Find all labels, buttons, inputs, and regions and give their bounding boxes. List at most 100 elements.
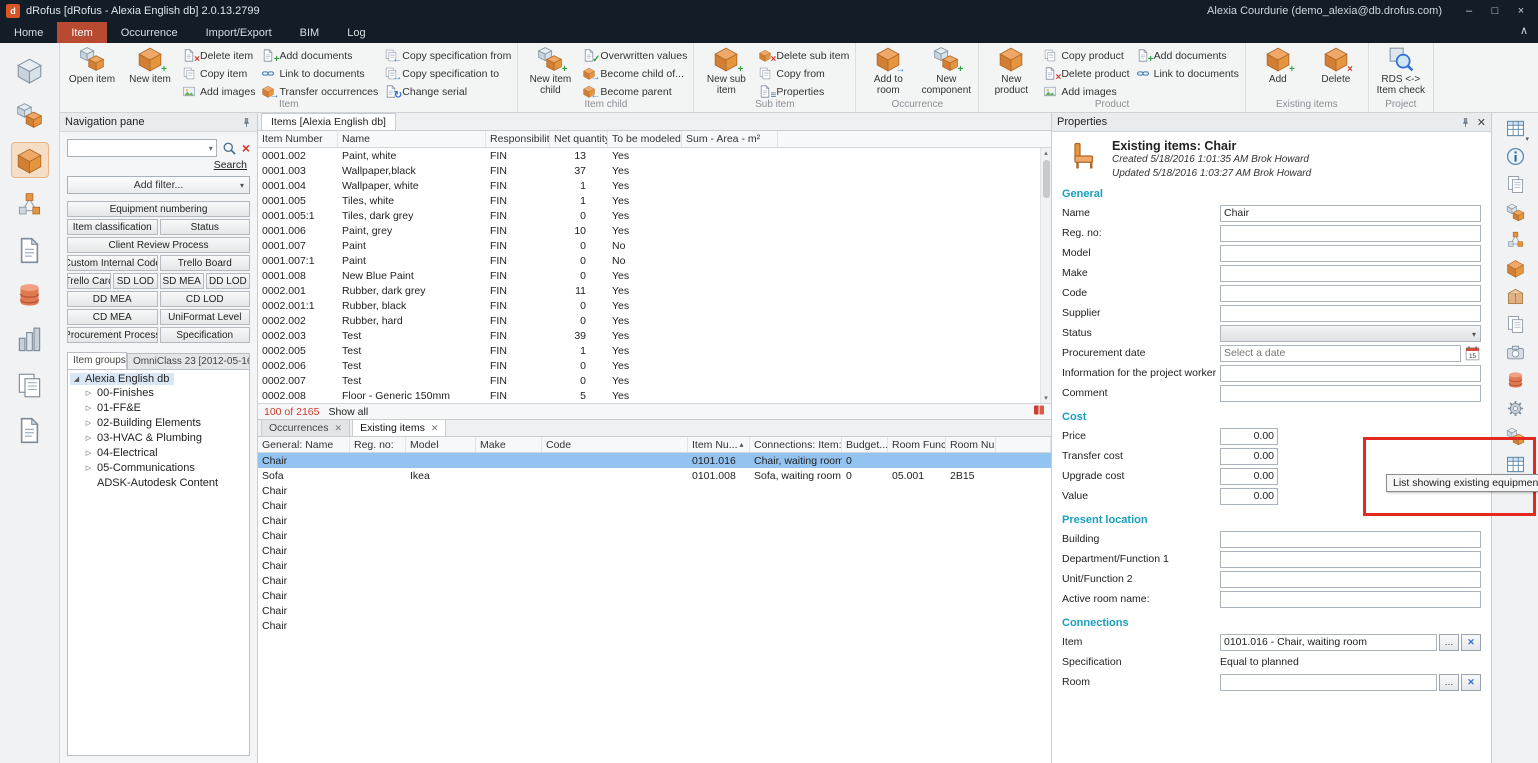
existing-item-row[interactable]: Chair — [258, 573, 1051, 588]
col-item-number[interactable]: Item Number — [258, 131, 338, 147]
connection-item-field[interactable] — [1220, 634, 1437, 651]
col-reg-no[interactable]: Reg. no: — [350, 437, 406, 452]
col-model[interactable]: Model — [406, 437, 476, 452]
model-field[interactable] — [1220, 245, 1481, 262]
items-table-row[interactable]: 0001.003 Wallpaper,black FIN 37 Yes — [258, 163, 1051, 178]
document-icon[interactable] — [12, 233, 48, 267]
documents-icon[interactable] — [12, 368, 48, 402]
items-table-row[interactable]: 0002.008 Floor - Generic 150mm FIN 5 Yes — [258, 388, 1051, 403]
col-make[interactable]: Make — [476, 437, 542, 452]
delete-product-button[interactable]: ×Delete product — [1043, 66, 1129, 81]
clear-item-icon[interactable]: ✕ — [1461, 634, 1481, 651]
unit-function-field[interactable] — [1220, 571, 1481, 588]
tab-item[interactable]: Item — [57, 22, 106, 43]
minimize-button[interactable]: – — [1458, 3, 1480, 19]
col-item-number[interactable]: Item Nu...▴ — [688, 437, 750, 452]
existing-add-button[interactable]: + Add — [1252, 46, 1304, 85]
database-icon[interactable] — [1502, 370, 1528, 391]
items-table-row[interactable]: 0001.004 Wallpaper, white FIN 1 Yes — [258, 178, 1051, 193]
department-function-field[interactable] — [1220, 551, 1481, 568]
filter-custom-internal-code[interactable]: Custom Internal Code — [67, 255, 158, 271]
items-table-row[interactable]: 0002.003 Test FIN 39 Yes — [258, 328, 1051, 343]
col-code[interactable]: Code — [542, 437, 688, 452]
browse-room-button[interactable]: … — [1439, 674, 1459, 691]
info-icon[interactable] — [1502, 146, 1528, 167]
scrollbar-thumb[interactable] — [1043, 160, 1050, 198]
collapsed-arrow-icon[interactable]: ▷ — [84, 434, 93, 442]
rds-item-check-button[interactable]: RDS <-> Item check — [1375, 46, 1427, 96]
add-to-room-button[interactable]: → Add to room — [862, 46, 914, 96]
reg-no-field[interactable] — [1220, 225, 1481, 242]
items-table-row[interactable]: 0001.006 Paint, grey FIN 10 Yes — [258, 223, 1051, 238]
items-table-row[interactable]: 0002.001:1 Rubber, black FIN 0 Yes — [258, 298, 1051, 313]
add-documents-button[interactable]: +Add documents — [261, 48, 378, 63]
upgrade-cost-field[interactable] — [1220, 468, 1278, 485]
search-input[interactable] — [71, 142, 209, 154]
new-sub-item-button[interactable]: + New sub item — [700, 46, 752, 96]
copy-specification-to-button[interactable]: →Copy specification to — [384, 66, 511, 81]
name-field[interactable] — [1220, 205, 1481, 222]
copy-item-button[interactable]: Copy item — [182, 66, 255, 81]
vertical-scrollbar[interactable]: ▴ ▾ — [1040, 148, 1051, 403]
close-tab-icon[interactable]: ✕ — [431, 423, 439, 434]
tree-item[interactable]: ▷ 05-Communications — [70, 460, 247, 475]
new-item-button[interactable]: + New item — [124, 46, 176, 85]
items-table-row[interactable]: 0002.005 Test FIN 1 Yes — [258, 343, 1051, 358]
columns-chart-icon[interactable] — [12, 323, 48, 357]
tree-item[interactable]: ▷ 01-FF&E — [70, 400, 247, 415]
become-parent-button[interactable]: ←Become parent — [582, 84, 687, 99]
box-outline-icon[interactable] — [12, 53, 48, 87]
code-field[interactable] — [1220, 285, 1481, 302]
col-to-be-modeled[interactable]: To be modeled — [608, 131, 682, 147]
add-documents-button[interactable]: +Add documents — [1136, 48, 1239, 63]
existing-item-row[interactable]: Chair 0101.016 Chair, waiting room 0 — [258, 453, 1051, 468]
copy-specification-from-button[interactable]: ←Copy specification from — [384, 48, 511, 63]
copy-product-button[interactable]: Copy product — [1043, 48, 1129, 63]
existing-item-row[interactable]: Chair — [258, 543, 1051, 558]
existing-item-row[interactable]: Chair — [258, 528, 1051, 543]
filter-trello-card[interactable]: Trello Card — [67, 273, 111, 289]
col-room-number[interactable]: Room Nu... — [946, 437, 996, 452]
make-field[interactable] — [1220, 265, 1481, 282]
items-table-row[interactable]: 0001.005 Tiles, white FIN 1 Yes — [258, 193, 1051, 208]
tab-occurrences[interactable]: Occurrences ✕ — [261, 419, 350, 436]
items-table-row[interactable]: 0001.008 New Blue Paint FIN 0 Yes — [258, 268, 1051, 283]
package-icon[interactable] — [1502, 286, 1528, 307]
item-cube-icon[interactable] — [12, 143, 48, 177]
tree-item[interactable]: ▷ 04-Electrical — [70, 445, 247, 460]
existing-item-row[interactable]: Chair — [258, 618, 1051, 633]
col-connections-item[interactable]: Connections: Item:... — [750, 437, 842, 452]
existing-item-row[interactable]: Chair — [258, 498, 1051, 513]
filter-item-classification[interactable]: Item classification — [67, 219, 158, 235]
transfer-cost-field[interactable] — [1220, 448, 1278, 465]
items-table-row[interactable]: 0001.005:1 Tiles, dark grey FIN 0 Yes — [258, 208, 1051, 223]
col-room-function[interactable]: Room Funct... — [888, 437, 946, 452]
filter-specification[interactable]: Specification — [160, 327, 251, 343]
stacked-cubes-icon[interactable] — [12, 98, 48, 132]
filter-uniformat-level[interactable]: UniFormat Level — [160, 309, 251, 325]
tab-existing-items[interactable]: Existing items ✕ — [352, 419, 446, 436]
comment-field[interactable] — [1220, 385, 1481, 402]
col-sum-area[interactable]: Sum - Area - m² — [682, 131, 778, 147]
filter-cd-lod[interactable]: CD LOD — [160, 291, 251, 307]
col-responsibility[interactable]: Responsibility — [486, 131, 550, 147]
items-table-row[interactable]: 0001.007 Paint FIN 0 No — [258, 238, 1051, 253]
existing-delete-button[interactable]: × Delete — [1310, 46, 1362, 85]
transfer-occurrences-button[interactable]: →Transfer occurrences — [261, 84, 378, 99]
camera-icon[interactable] — [1502, 342, 1528, 363]
tab-log[interactable]: Log — [333, 22, 379, 43]
active-room-name-field[interactable] — [1220, 591, 1481, 608]
building-field[interactable] — [1220, 531, 1481, 548]
filter-cd-mea[interactable]: CD MEA — [67, 309, 158, 325]
report-icon[interactable] — [12, 413, 48, 447]
add-filter-dropdown[interactable]: Add filter... ▾ — [67, 176, 250, 194]
close-panel-icon[interactable]: ✕ — [1477, 116, 1486, 129]
filter-client-review-process[interactable]: Client Review Process — [67, 237, 250, 253]
close-button[interactable]: × — [1510, 3, 1532, 19]
collapsed-arrow-icon[interactable]: ▷ — [84, 389, 93, 397]
pin-icon[interactable] — [241, 117, 252, 128]
restore-button[interactable]: □ — [1484, 3, 1506, 19]
project-worker-info-field[interactable] — [1220, 365, 1481, 382]
items-table-row[interactable]: 0001.002 Paint, white FIN 13 Yes — [258, 148, 1051, 163]
change-serial-button[interactable]: ↻Change serial — [384, 84, 511, 99]
